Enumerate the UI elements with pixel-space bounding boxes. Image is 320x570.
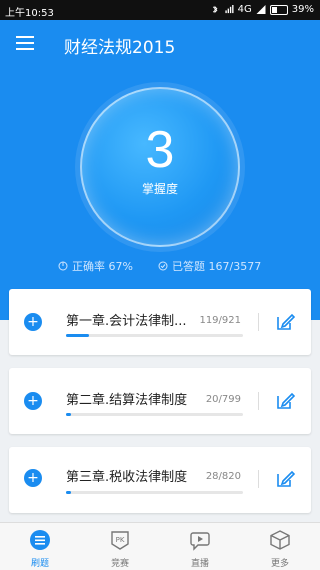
battery-level: 39% xyxy=(291,4,314,15)
divider xyxy=(258,392,259,410)
wifi-icon xyxy=(225,5,234,14)
menu-button[interactable] xyxy=(16,36,34,50)
tab-label: 直播 xyxy=(190,559,209,569)
accuracy-text: 正确率 67% xyxy=(72,260,133,273)
tab-label: 更多 xyxy=(270,559,289,569)
accuracy-stat: 正确率 67% xyxy=(58,258,133,274)
chapter-card[interactable]: + 第二章.结算法律制度 20/799 xyxy=(9,368,311,434)
mastery-score: 3 xyxy=(145,121,175,179)
progress-fill xyxy=(66,413,72,416)
tab-more[interactable]: 更多 xyxy=(240,523,320,570)
divider xyxy=(258,313,259,331)
tab-competition[interactable]: PK 竞赛 xyxy=(80,523,160,570)
chapter-count: 119/921 xyxy=(199,315,241,326)
mastery-label: 掌握度 xyxy=(141,182,178,196)
check-circle-icon xyxy=(158,261,168,271)
battery-icon xyxy=(269,4,288,15)
edit-icon[interactable] xyxy=(275,391,295,411)
chapter-card[interactable]: + 第一章.会计法律制... 119/921 xyxy=(9,289,311,355)
live-icon xyxy=(190,532,210,551)
edit-icon[interactable] xyxy=(275,312,295,332)
network-type: 4G xyxy=(237,4,252,15)
answered-stat: 已答题 167/3577 xyxy=(158,258,261,274)
divider xyxy=(258,470,259,488)
signal-icon xyxy=(256,5,266,14)
answered-text: 已答题 167/3577 xyxy=(172,260,262,273)
status-icons: 4G 39% xyxy=(210,4,314,15)
status-bar: 上午10:53 4G 39% xyxy=(0,0,320,20)
chapter-progress xyxy=(66,491,243,494)
svg-text:PK: PK xyxy=(116,536,125,544)
box-icon xyxy=(270,530,290,550)
chapter-title: 第二章.结算法律制度 xyxy=(66,393,188,408)
status-time: 上午10:53 xyxy=(5,8,54,19)
chapter-title: 第三章.税收法律制度 xyxy=(66,470,188,485)
bottom-tab-bar: 刷题 PK 竞赛 直播 更多 xyxy=(0,522,320,570)
progress-fill xyxy=(66,334,89,337)
bluetooth-icon xyxy=(212,5,218,14)
chapter-title: 第一章.会计法律制... xyxy=(66,314,187,329)
tab-live[interactable]: 直播 xyxy=(160,523,240,570)
header-hero: 财经法规2015 3 掌握度 正确率 67% 已答题 167/3577 xyxy=(0,20,320,320)
chapter-card[interactable]: + 第三章.税收法律制度 28/820 xyxy=(9,447,311,513)
pk-icon: PK xyxy=(111,531,129,550)
progress-fill xyxy=(66,491,72,494)
edit-icon[interactable] xyxy=(275,469,295,489)
tab-label: 刷题 xyxy=(30,559,49,569)
pie-icon xyxy=(58,261,68,271)
chapter-count: 28/820 xyxy=(205,471,241,482)
plus-icon[interactable]: + xyxy=(24,392,42,410)
tab-practice[interactable]: 刷题 xyxy=(0,523,80,570)
plus-icon[interactable]: + xyxy=(24,313,42,331)
chapter-progress xyxy=(66,413,243,416)
tab-label: 竞赛 xyxy=(110,559,129,569)
chapter-count: 20/799 xyxy=(205,394,241,405)
list-icon xyxy=(30,530,50,550)
chapter-progress xyxy=(66,334,243,337)
page-title: 财经法规2015 xyxy=(64,38,176,58)
plus-icon[interactable]: + xyxy=(24,469,42,487)
